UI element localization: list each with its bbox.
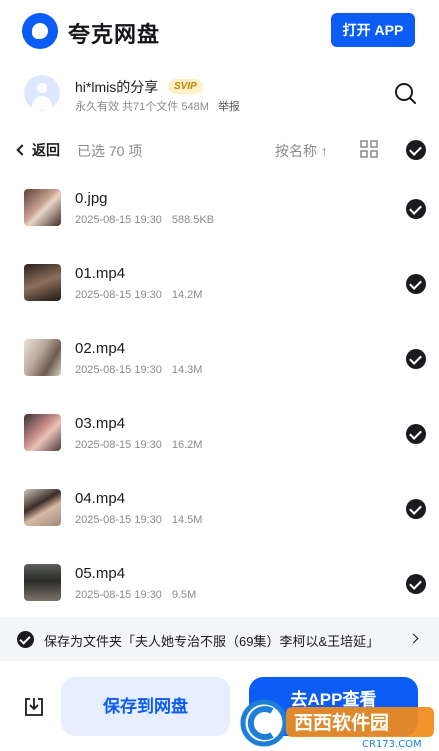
site-watermark: 西西软件园 CR173.COM: [240, 699, 434, 750]
file-meta: 2025-08-15 19:30 14.5M: [75, 514, 202, 526]
file-name: 03.mp4: [75, 415, 126, 432]
video-thumbnail: [24, 564, 61, 601]
file-name: 04.mp4: [75, 490, 126, 507]
file-row[interactable]: 01.mp4 2025-08-15 19:30 14.2M: [0, 247, 439, 322]
file-date: 2025-08-15 19:30: [75, 364, 162, 376]
grid-view-icon[interactable]: [360, 140, 378, 158]
report-link[interactable]: 举报: [218, 101, 240, 113]
file-date: 2025-08-15 19:30: [75, 289, 162, 301]
file-checkbox[interactable]: [406, 274, 426, 294]
sort-button[interactable]: 按名称 ↑: [275, 141, 328, 161]
file-checkbox[interactable]: [406, 424, 426, 444]
file-meta: 2025-08-15 19:30 14.2M: [75, 289, 202, 301]
file-date: 2025-08-15 19:30: [75, 514, 162, 526]
share-title: hi*lmis的分享: [75, 79, 159, 95]
file-size: 16.2M: [171, 439, 203, 451]
file-date: 2025-08-15 19:30: [75, 589, 162, 601]
file-size: 14.3M: [171, 364, 203, 376]
file-row[interactable]: 03.mp4 2025-08-15 19:30 16.2M: [0, 397, 439, 472]
file-name: 01.mp4: [75, 265, 126, 282]
file-meta: 2025-08-15 19:30 9.5M: [75, 589, 196, 601]
save-as-folder-bar[interactable]: 保存为文件夹「夫人她专治不服（69集）李柯以&王培延」: [0, 617, 439, 661]
brand-title: 夸克网盘: [68, 22, 161, 47]
file-size: 588.5KB: [171, 214, 215, 226]
video-thumbnail: [24, 489, 61, 526]
download-icon[interactable]: [22, 695, 46, 719]
video-thumbnail: [24, 339, 61, 376]
file-list: 0.jpg 2025-08-15 19:30 588.5KB 01.mp4 202…: [0, 172, 439, 622]
file-name: 02.mp4: [75, 340, 126, 357]
selection-toolbar: 返回 已选 70 项 按名称 ↑: [0, 126, 439, 172]
file-row[interactable]: 05.mp4 2025-08-15 19:30 9.5M: [0, 547, 439, 622]
file-name: 0.jpg: [75, 190, 108, 207]
file-row[interactable]: 04.mp4 2025-08-15 19:30 14.5M: [0, 472, 439, 547]
chevron-left-icon: [16, 144, 28, 156]
file-date: 2025-08-15 19:30: [75, 439, 162, 451]
svip-badge: SVIP: [168, 79, 203, 94]
file-checkbox[interactable]: [406, 499, 426, 519]
save-to-drive-button[interactable]: 保存到网盘: [61, 677, 230, 736]
share-info-bar: hi*lmis的分享 SVIP 永久有效 共71个文件 548M 举报: [0, 62, 439, 126]
save-as-folder-text: 保存为文件夹「夫人她专治不服（69集）李柯以&王培延」: [44, 634, 380, 649]
image-thumbnail: [24, 189, 61, 226]
file-meta: 2025-08-15 19:30 14.3M: [75, 364, 202, 376]
save-as-folder-checkbox[interactable]: [17, 631, 34, 648]
watermark-subtext: CR173.COM: [362, 739, 422, 750]
file-name: 05.mp4: [75, 565, 126, 582]
share-meta: 永久有效 共71个文件 548M 举报: [75, 98, 240, 114]
file-meta: 2025-08-15 19:30 16.2M: [75, 439, 202, 451]
file-checkbox[interactable]: [406, 574, 426, 594]
file-size: 14.2M: [171, 289, 203, 301]
share-validity: 永久有效: [75, 101, 119, 113]
video-thumbnail: [24, 264, 61, 301]
file-size: 9.5M: [171, 589, 197, 601]
video-thumbnail: [24, 414, 61, 451]
back-button[interactable]: 返回: [16, 140, 60, 160]
file-checkbox[interactable]: [406, 199, 426, 219]
file-row[interactable]: 02.mp4 2025-08-15 19:30 14.3M: [0, 322, 439, 397]
bottom-action-bar: 保存到网盘 去APP查看 西西软件园 CR173.COM: [0, 661, 439, 751]
quark-logo-icon: [22, 13, 58, 49]
open-app-button[interactable]: 打开 APP: [331, 13, 415, 47]
file-date: 2025-08-15 19:30: [75, 214, 162, 226]
select-all-checkbox[interactable]: [406, 140, 426, 160]
share-summary: 共71个文件 548M: [122, 101, 209, 113]
avatar: [24, 75, 60, 111]
app-header: 夸克网盘 打开 APP: [0, 0, 439, 62]
selected-count: 已选 70 项: [77, 143, 143, 159]
chevron-right-icon: [408, 633, 419, 644]
file-checkbox[interactable]: [406, 349, 426, 369]
file-row[interactable]: 0.jpg 2025-08-15 19:30 588.5KB: [0, 172, 439, 247]
file-size: 14.5M: [171, 514, 203, 526]
file-meta: 2025-08-15 19:30 588.5KB: [75, 214, 214, 226]
back-label: 返回: [32, 142, 60, 158]
search-icon[interactable]: [393, 81, 417, 105]
watermark-text: 西西软件园: [294, 711, 389, 734]
